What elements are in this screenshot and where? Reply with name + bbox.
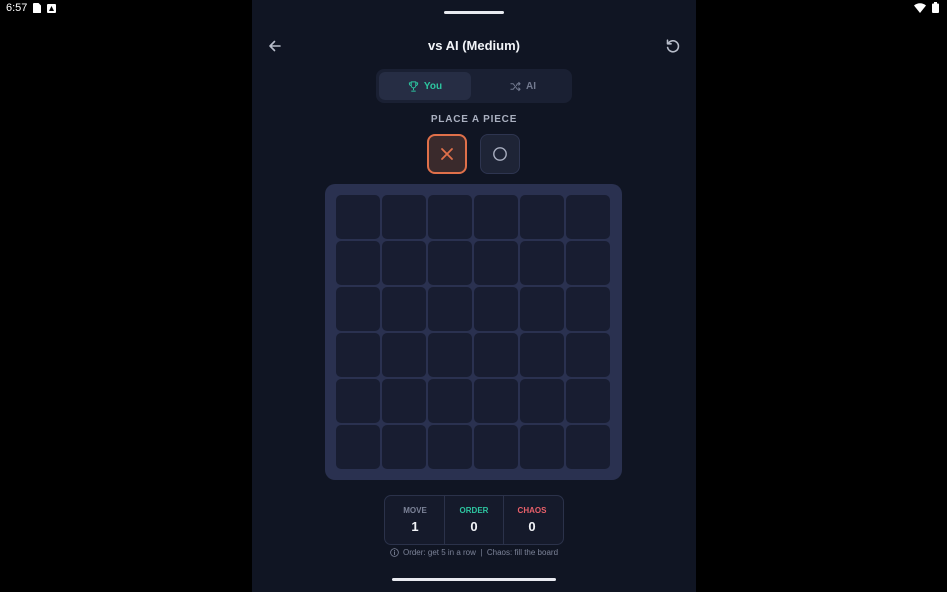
board-cell[interactable] <box>382 379 426 423</box>
x-mark-icon <box>441 148 453 160</box>
order-value: 0 <box>470 519 478 534</box>
board-cell[interactable] <box>428 241 472 285</box>
board-cell[interactable] <box>428 195 472 239</box>
chaos-value: 0 <box>528 519 536 534</box>
piece-o-button[interactable] <box>480 134 520 174</box>
board-cell[interactable] <box>336 333 380 377</box>
board-cell[interactable] <box>336 425 380 469</box>
board-cell[interactable] <box>336 195 380 239</box>
board-cell[interactable] <box>336 287 380 331</box>
board-cell[interactable] <box>566 333 610 377</box>
board-cell[interactable] <box>428 287 472 331</box>
board-cell[interactable] <box>566 425 610 469</box>
board-cell[interactable] <box>520 241 564 285</box>
board-cell[interactable] <box>382 241 426 285</box>
status-time: 6:57 <box>6 2 28 14</box>
board-cell[interactable] <box>474 195 518 239</box>
board-cell[interactable] <box>520 379 564 423</box>
board-cell[interactable] <box>428 333 472 377</box>
circle-icon <box>493 147 507 161</box>
board-cell[interactable] <box>382 425 426 469</box>
turn-ai-label: AI <box>526 80 536 92</box>
board-cell[interactable] <box>428 425 472 469</box>
board-cell[interactable] <box>382 287 426 331</box>
board-cell[interactable] <box>474 287 518 331</box>
board-cell[interactable] <box>520 333 564 377</box>
turn-you-label: You <box>423 80 443 92</box>
board-cell[interactable] <box>474 241 518 285</box>
order-label: ORDER <box>459 506 489 515</box>
order-stat: ORDER 0 <box>444 496 504 544</box>
top-handle[interactable] <box>444 11 504 14</box>
chaos-stat: CHAOS 0 <box>503 496 561 544</box>
board-cell[interactable] <box>520 425 564 469</box>
wifi-icon <box>914 2 926 13</box>
info-icon <box>390 548 399 557</box>
move-stat: MOVE 1 <box>386 496 444 544</box>
board-cell[interactable] <box>336 379 380 423</box>
reset-button[interactable] <box>664 37 682 55</box>
board-cell[interactable] <box>566 287 610 331</box>
turn-indicator: You AI <box>376 69 572 103</box>
move-value: 1 <box>411 519 419 534</box>
trophy-icon <box>408 80 419 92</box>
rules-text: Order: get 5 in a row | Chaos: fill the … <box>402 548 559 557</box>
page-title: vs AI (Medium) <box>428 38 520 53</box>
shuffle-icon <box>510 81 521 91</box>
notification-icon <box>47 3 57 13</box>
move-label: MOVE <box>403 506 427 515</box>
board-cell[interactable] <box>474 333 518 377</box>
board-cell[interactable] <box>382 195 426 239</box>
place-piece-label: PLACE A PIECE <box>430 114 518 125</box>
home-indicator[interactable] <box>392 578 556 581</box>
board-cell[interactable] <box>566 195 610 239</box>
score-panel: MOVE 1 ORDER 0 CHAOS 0 <box>384 495 564 545</box>
header: vs AI (Medium) <box>252 34 696 58</box>
rotate-ccw-icon <box>666 39 680 53</box>
turn-tab-ai[interactable]: AI <box>477 72 569 100</box>
board-cell[interactable] <box>336 241 380 285</box>
piece-x-button[interactable] <box>427 134 467 174</box>
board-cell[interactable] <box>474 379 518 423</box>
board-cell[interactable] <box>566 379 610 423</box>
sim-card-icon <box>33 3 42 13</box>
game-board <box>325 184 622 480</box>
board-cell[interactable] <box>428 379 472 423</box>
battery-icon <box>932 2 939 13</box>
turn-tab-you[interactable]: You <box>379 72 471 100</box>
board-cell[interactable] <box>520 287 564 331</box>
board-cell[interactable] <box>474 425 518 469</box>
rules-hint: Order: get 5 in a row | Chaos: fill the … <box>252 548 696 557</box>
board-cell[interactable] <box>382 333 426 377</box>
chaos-label: CHAOS <box>517 506 547 515</box>
board-grid <box>336 195 610 469</box>
game-screen: vs AI (Medium) You AI PLACE A PIECE MOVE… <box>252 0 696 592</box>
board-cell[interactable] <box>520 195 564 239</box>
board-cell[interactable] <box>566 241 610 285</box>
